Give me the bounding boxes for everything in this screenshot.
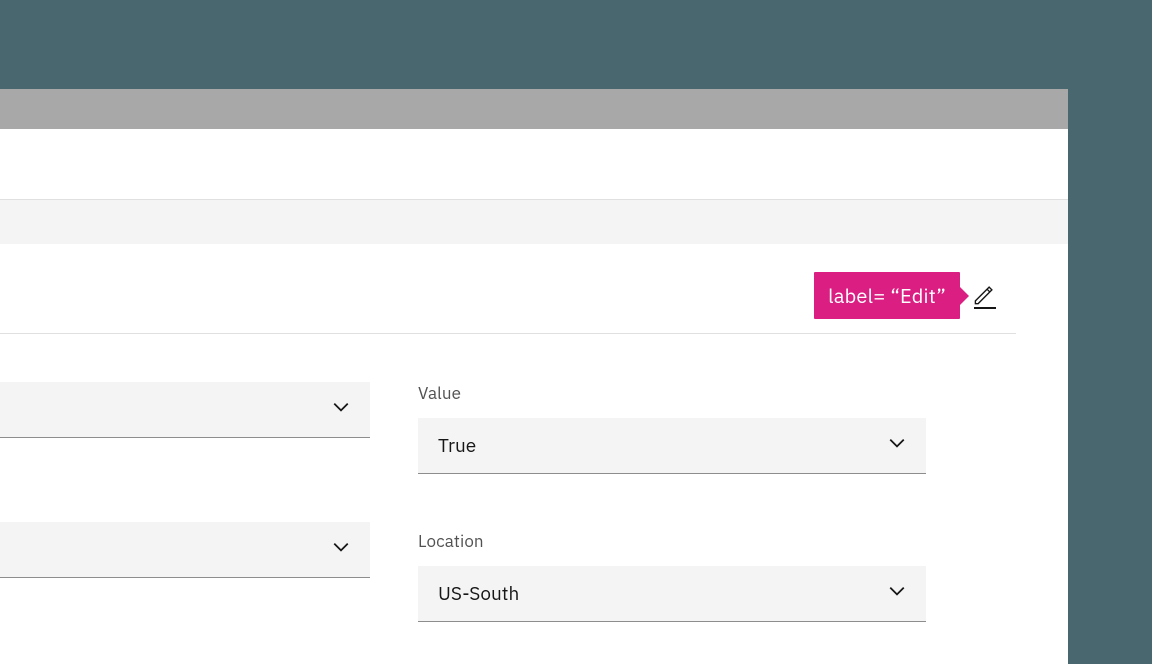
field-group-left1 (0, 382, 370, 438)
field-group-left2 (0, 522, 370, 578)
value-label: Value (418, 382, 926, 404)
dropdown-location[interactable]: US-South (418, 566, 926, 622)
chevron-down-icon (888, 582, 906, 606)
field-group-value: Value True (418, 382, 926, 474)
edit-button[interactable] (974, 283, 996, 309)
location-label: Location (418, 530, 926, 552)
dropdown-selected: US-South (438, 582, 888, 606)
chevron-down-icon (888, 434, 906, 458)
tooltip-text: label= “Edit” (828, 282, 946, 309)
field-group-location: Location US-South (418, 530, 926, 622)
edit-tooltip: label= “Edit” (814, 272, 960, 319)
form-col-right: Value True Location US-South (418, 382, 926, 622)
document-area: label= “Edit” (0, 129, 1068, 664)
chevron-down-icon (332, 538, 350, 562)
content-card: label= “Edit” (0, 244, 1016, 664)
form-grid: Value True Location US-South (0, 334, 1016, 622)
dropdown-left-1[interactable] (0, 382, 370, 438)
edit-icon (974, 283, 996, 305)
dropdown-value[interactable]: True (418, 418, 926, 474)
form-col-left (0, 382, 370, 622)
window-frame: label= “Edit” (0, 89, 1068, 664)
chevron-down-icon (332, 398, 350, 422)
dropdown-selected: True (438, 434, 888, 458)
blank-header (0, 129, 1068, 199)
edit-row: label= “Edit” (0, 264, 1016, 334)
dropdown-left-2[interactable] (0, 522, 370, 578)
section-strip (0, 199, 1068, 244)
